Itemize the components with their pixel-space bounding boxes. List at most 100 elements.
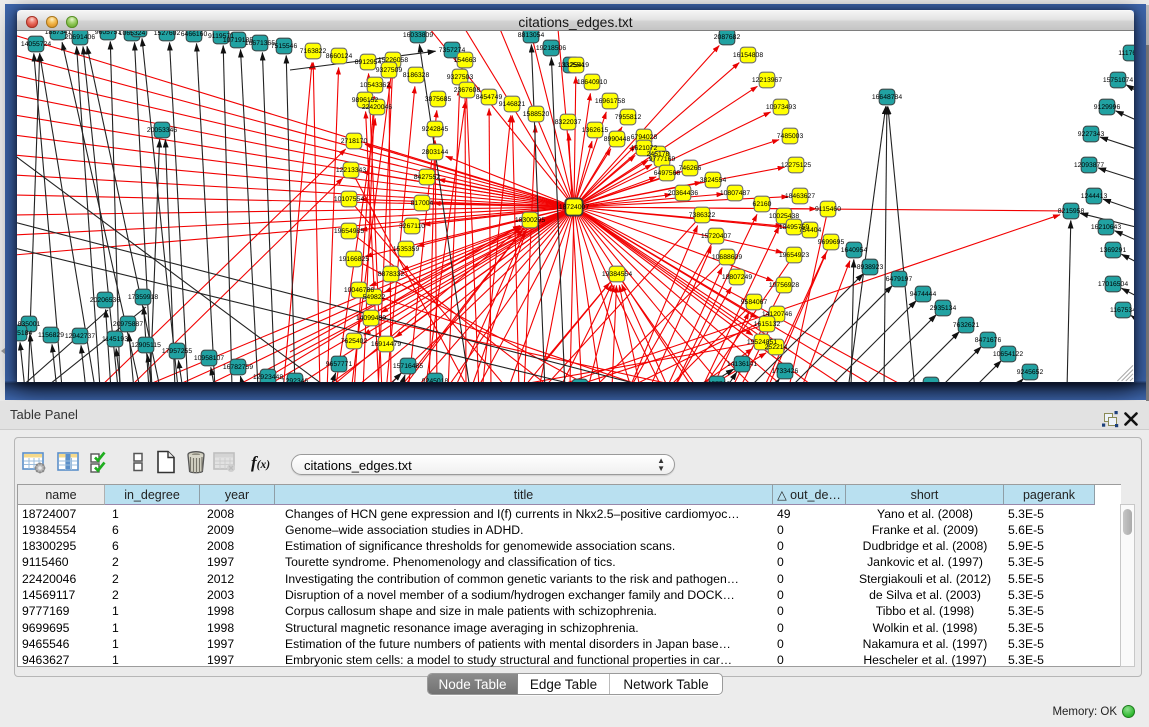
svg-text:7386322: 7386322 <box>689 212 716 219</box>
svg-text:16648784: 16648784 <box>872 94 902 101</box>
svg-text:19218506: 19218506 <box>536 45 566 52</box>
svg-text:9242845: 9242845 <box>422 126 449 133</box>
svg-text:9657771: 9657771 <box>326 361 353 368</box>
svg-text:10688609: 10688609 <box>712 254 742 261</box>
svg-text:8878332: 8878332 <box>378 271 405 278</box>
svg-text:14055724: 14055724 <box>21 41 51 48</box>
svg-text:16914479: 16914479 <box>371 341 401 348</box>
svg-text:19756928: 19756928 <box>769 282 799 289</box>
svg-text:20364436: 20364436 <box>668 190 698 197</box>
svg-text:8471676: 8471676 <box>975 337 1002 344</box>
svg-text:2718170: 2718170 <box>341 138 368 145</box>
svg-text:9227343: 9227343 <box>1078 131 1105 138</box>
svg-text:2087682: 2087682 <box>714 34 741 41</box>
svg-text:1156829: 1156829 <box>38 332 64 339</box>
svg-text:20206536: 20206536 <box>90 297 120 304</box>
svg-text:8322037: 8322037 <box>555 119 582 126</box>
svg-text:6479197: 6479197 <box>886 276 913 283</box>
svg-text:1733426: 1733426 <box>772 368 799 375</box>
svg-text:12213343: 12213343 <box>336 167 366 174</box>
svg-text:8660124: 8660124 <box>326 53 353 60</box>
svg-text:7515546: 7515546 <box>271 43 298 50</box>
svg-text:19654985: 19654985 <box>334 228 364 235</box>
svg-text:746266: 746266 <box>679 165 702 172</box>
svg-text:12905115: 12905115 <box>131 342 161 349</box>
svg-text:6497568: 6497568 <box>654 170 681 177</box>
svg-text:9699695: 9699695 <box>818 239 845 246</box>
svg-text:14099489: 14099489 <box>356 315 386 322</box>
svg-text:14120746: 14120746 <box>762 311 792 318</box>
svg-text:2367608: 2367608 <box>454 87 481 94</box>
svg-text:15226058: 15226058 <box>378 57 408 64</box>
svg-text:9896152: 9896152 <box>352 97 379 104</box>
svg-text:9245018: 9245018 <box>422 378 449 382</box>
svg-text:15716485: 15716485 <box>393 363 423 370</box>
svg-text:17016504: 17016504 <box>1098 281 1128 288</box>
svg-text:20053346: 20053346 <box>147 127 177 134</box>
svg-text:16782759: 16782759 <box>223 364 253 371</box>
svg-text:8990448: 8990448 <box>604 136 631 143</box>
svg-text:12923448: 12923448 <box>253 374 283 381</box>
svg-text:18724007: 18724007 <box>559 204 589 211</box>
svg-text:7357274: 7357274 <box>439 47 466 54</box>
svg-text:2803144: 2803144 <box>422 149 449 156</box>
svg-text:9146821: 9146821 <box>499 101 526 108</box>
svg-text:16961758: 16961758 <box>595 98 625 105</box>
svg-text:6466160: 6466160 <box>181 31 208 38</box>
svg-text:9115460: 9115460 <box>815 206 841 213</box>
svg-text:9605751: 9605751 <box>95 31 122 36</box>
svg-text:9245652: 9245652 <box>1017 369 1044 376</box>
svg-text:1117643: 1117643 <box>1118 50 1134 57</box>
svg-text:22420046: 22420046 <box>362 104 392 111</box>
svg-text:1362615: 1362615 <box>582 127 609 134</box>
svg-text:7485003: 7485003 <box>777 133 804 140</box>
svg-text:20691406: 20691406 <box>65 34 95 41</box>
svg-text:835001: 835001 <box>18 321 41 328</box>
svg-text:7163822: 7163822 <box>300 48 327 55</box>
svg-text:7632621: 7632621 <box>953 322 980 329</box>
svg-text:10107554: 10107554 <box>334 196 364 203</box>
svg-text:19654923: 19654923 <box>779 252 809 259</box>
svg-text:10543362: 10543362 <box>360 82 390 89</box>
svg-text:10046786: 10046786 <box>344 287 374 294</box>
svg-text:17957255: 17957255 <box>162 348 192 355</box>
svg-text:8813054: 8813054 <box>518 32 545 39</box>
svg-text:18807249: 18807249 <box>722 274 752 281</box>
svg-text:12942737: 12942737 <box>65 333 95 340</box>
svg-text:9129996: 9129996 <box>1094 104 1121 111</box>
svg-text:20975887: 20975887 <box>113 321 143 328</box>
svg-text:9327503: 9327503 <box>447 74 474 81</box>
svg-text:8215958: 8215958 <box>1058 208 1085 215</box>
svg-text:10958107: 10958107 <box>194 355 224 362</box>
svg-text:19166825: 19166825 <box>339 256 369 263</box>
svg-text:15751074: 15751074 <box>1103 77 1133 84</box>
svg-text:3267110: 3267110 <box>399 223 425 230</box>
svg-text:8186328: 8186328 <box>403 72 430 79</box>
svg-text:1527602: 1527602 <box>154 31 181 37</box>
svg-text:1125419: 1125419 <box>563 62 589 69</box>
svg-text:1588520: 1588520 <box>523 111 550 118</box>
svg-text:7625402: 7625402 <box>341 338 368 345</box>
svg-text:19384554: 19384554 <box>602 271 632 278</box>
svg-text:15720407: 15720407 <box>701 233 731 240</box>
svg-text:1615132: 1615132 <box>754 321 781 328</box>
svg-text:1145193: 1145193 <box>102 336 128 343</box>
svg-text:10654122: 10654122 <box>993 351 1023 358</box>
svg-text:7955812: 7955812 <box>615 114 642 121</box>
svg-text:16210643: 16210643 <box>1091 224 1121 231</box>
svg-text:9657712: 9657712 <box>704 381 731 382</box>
svg-text:817004: 817004 <box>411 200 434 207</box>
svg-text:10025438: 10025438 <box>769 213 799 220</box>
svg-text:1167534: 1167534 <box>1110 307 1134 314</box>
svg-text:12093877: 12093877 <box>1074 162 1104 169</box>
svg-text:3915184: 3915184 <box>17 330 32 337</box>
svg-text:18300295: 18300295 <box>515 217 545 224</box>
svg-text:17359918: 17359918 <box>128 294 158 301</box>
svg-text:9584067: 9584067 <box>741 299 768 306</box>
svg-text:8938923: 8938923 <box>857 264 884 271</box>
svg-text:9777169: 9777169 <box>649 156 676 163</box>
svg-text:18640910: 18640910 <box>577 79 607 86</box>
svg-text:6794028: 6794028 <box>631 134 658 141</box>
svg-text:12275125: 12275125 <box>781 162 811 169</box>
svg-text:154663: 154663 <box>454 57 477 64</box>
